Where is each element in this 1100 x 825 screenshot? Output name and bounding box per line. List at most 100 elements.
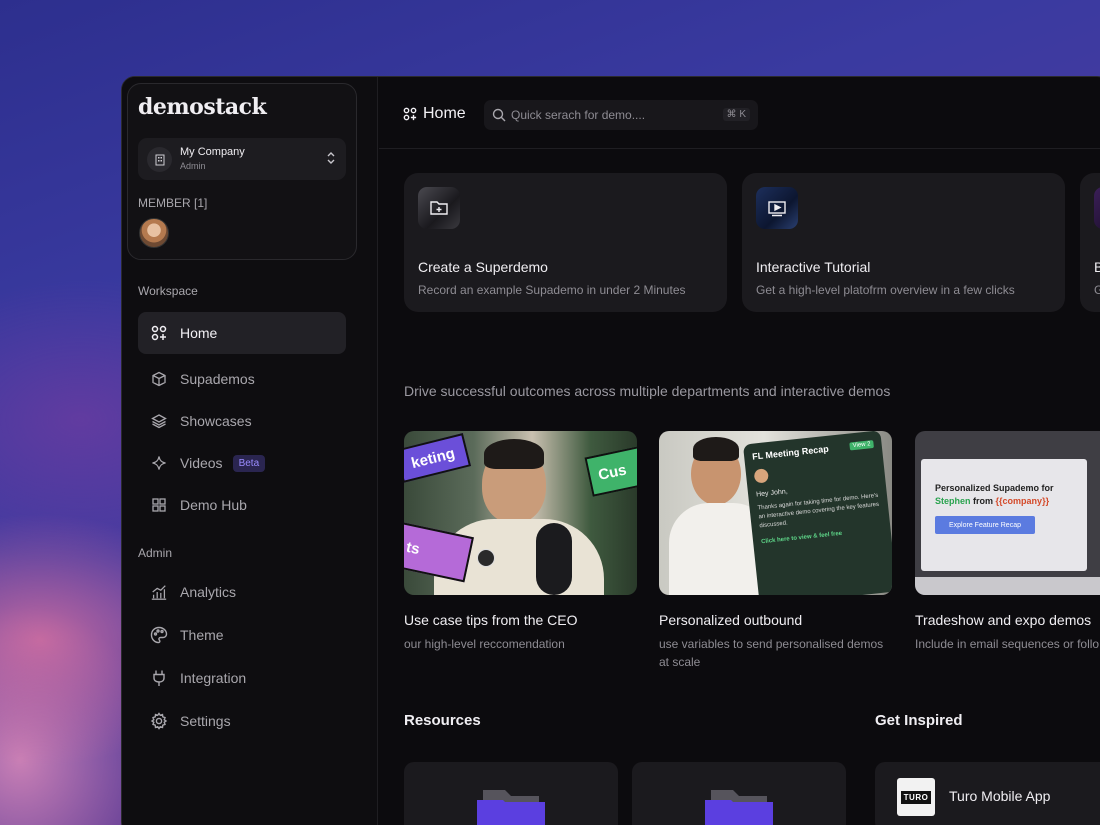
mock-var: {{company}} xyxy=(995,496,1050,506)
quick-card-title: Interactive Tutorial xyxy=(756,259,871,275)
folder-icon xyxy=(705,790,773,825)
section-headline: Drive successful outcomes across multipl… xyxy=(404,383,891,399)
mock-line1: Personalized Supademo for xyxy=(935,483,1054,493)
person-hair xyxy=(484,439,544,469)
demo-card-title: Personalized outbound xyxy=(659,612,803,628)
demo-card-subtitle: Include in email sequences or follo xyxy=(915,637,1100,651)
palette-icon xyxy=(150,626,168,644)
sidebar-item-label: Home xyxy=(180,325,218,341)
building-icon xyxy=(147,147,172,172)
sidebar-item-integration[interactable]: Integration xyxy=(138,657,346,699)
sidebar-item-showcases[interactable]: Showcases xyxy=(138,400,346,442)
sidebar-item-home[interactable]: Home xyxy=(138,312,346,354)
sidebar-item-label: Showcases xyxy=(180,413,252,429)
sidebar-item-supademos[interactable]: Supademos xyxy=(138,358,346,400)
page-title: Home xyxy=(403,105,466,123)
workspace-section-label: Workspace xyxy=(138,284,198,298)
mock-button: Explore Feature Recap xyxy=(935,516,1035,534)
sidebar-item-demo-hub[interactable]: Demo Hub xyxy=(138,484,346,526)
quick-card-subtitle: Record an example Supademo in under 2 Mi… xyxy=(418,283,686,297)
quick-card-create-superdemo[interactable]: Create a Superdemo Record an example Sup… xyxy=(404,173,727,312)
demo-card-tradeshow[interactable]: Personalized Supademo for Stephen from {… xyxy=(915,431,1100,653)
quick-card-title: B xyxy=(1094,259,1100,275)
quick-card-partial[interactable]: B G xyxy=(1080,173,1100,312)
sidebar-item-theme[interactable]: Theme xyxy=(138,614,346,656)
home-grid-icon xyxy=(403,107,417,121)
video-thumbnail[interactable]: FL Meeting Recap View 2 Hey John, Thanks… xyxy=(659,431,892,595)
sparkle-icon xyxy=(150,454,168,472)
topbar: Home ⌘ K xyxy=(379,77,1100,149)
resources-title: Resources xyxy=(404,712,481,729)
tradeshow-bottom-bar xyxy=(915,577,1100,595)
chart-icon xyxy=(150,583,168,601)
folder-icon xyxy=(477,790,545,825)
email-mockup: FL Meeting Recap View 2 Hey John, Thanks… xyxy=(742,431,892,595)
sidebar-item-label: Demo Hub xyxy=(180,497,247,513)
avatar[interactable] xyxy=(139,218,169,248)
demo-card-title: Use case tips from the CEO xyxy=(404,612,578,628)
sidebar-item-label: Integration xyxy=(180,670,247,686)
cube-icon xyxy=(150,370,168,388)
resource-card[interactable] xyxy=(404,762,618,825)
app-window: demostack My Company Admin MEMBER [1] Wo… xyxy=(121,76,1100,825)
demo-card-ceo-tips[interactable]: keting Cus ts Use case tips from the CEO… xyxy=(404,431,637,653)
search-input[interactable] xyxy=(511,108,711,122)
quick-card-subtitle: G xyxy=(1094,283,1100,297)
microphone xyxy=(536,523,572,595)
beta-badge: Beta xyxy=(232,454,266,472)
member-count-label: MEMBER [1] xyxy=(138,196,208,210)
search-bar[interactable]: ⌘ K xyxy=(484,100,758,130)
tradeshow-screen: Personalized Supademo for Stephen from {… xyxy=(921,459,1087,571)
sidebar-item-analytics[interactable]: Analytics xyxy=(138,571,346,613)
demo-card-personalized-outbound[interactable]: FL Meeting Recap View 2 Hey John, Thanks… xyxy=(659,431,892,671)
mock-name: Stephen xyxy=(935,496,971,506)
mock-heading: FL Meeting Recap xyxy=(751,443,830,462)
main-content: Home ⌘ K Create a Superdemo Record an ex… xyxy=(379,77,1100,825)
sidebar-item-label: Videos xyxy=(180,455,223,471)
mock-avatar xyxy=(753,468,769,484)
page-title-text: Home xyxy=(423,105,466,122)
app-logo[interactable]: demostack xyxy=(138,94,267,120)
quick-card-interactive-tutorial[interactable]: Interactive Tutorial Get a high-level pl… xyxy=(742,173,1065,312)
mock-body: Thanks again for taking time for demo. H… xyxy=(757,492,880,530)
gear-icon xyxy=(150,712,168,730)
sidebar-item-label: Theme xyxy=(180,627,224,643)
company-role: Admin xyxy=(180,161,206,171)
company-switcher[interactable]: My Company Admin xyxy=(138,138,346,180)
folder-plus-icon xyxy=(418,187,460,229)
demo-card-title: Tradeshow and expo demos xyxy=(915,612,1092,628)
quick-card-title: Create a Superdemo xyxy=(418,259,548,275)
brand-card: demostack My Company Admin MEMBER [1] xyxy=(127,83,357,260)
turo-logo: TURO xyxy=(897,778,935,816)
company-name: My Company xyxy=(180,146,245,158)
video-thumbnail[interactable]: Personalized Supademo for Stephen from {… xyxy=(915,431,1100,595)
mock-link: Click here to view & feel free xyxy=(760,530,843,546)
inspiration-card-turo[interactable]: TURO Turo Mobile App xyxy=(875,762,1100,825)
layers-icon xyxy=(150,412,168,430)
sidebar-item-label: Supademos xyxy=(180,371,255,387)
inspiration-title: Turo Mobile App xyxy=(949,788,1051,804)
tag-cus: Cus xyxy=(584,445,637,497)
logo-badge-icon xyxy=(477,549,495,567)
search-shortcut: ⌘ K xyxy=(722,108,750,121)
sidebar: demostack My Company Admin MEMBER [1] Wo… xyxy=(122,77,378,825)
quick-card-subtitle: Get a high-level platofrm overview in a … xyxy=(756,283,1015,297)
admin-section-label: Admin xyxy=(138,546,173,560)
sidebar-item-label: Analytics xyxy=(180,584,237,600)
person-hair xyxy=(693,437,739,461)
home-grid-icon xyxy=(150,324,168,342)
plug-icon xyxy=(150,669,168,687)
sidebar-item-settings[interactable]: Settings xyxy=(138,700,346,742)
resource-card[interactable] xyxy=(632,762,846,825)
demo-card-subtitle: our high-level reccomendation xyxy=(404,637,565,651)
mock-tag: View 2 xyxy=(849,440,874,451)
chevron-updown-icon xyxy=(326,150,336,171)
mock-from: from xyxy=(973,496,994,506)
sidebar-item-label: Settings xyxy=(180,713,231,729)
get-inspired-title: Get Inspired xyxy=(875,712,963,729)
video-thumbnail[interactable]: keting Cus ts xyxy=(404,431,637,595)
grid-icon xyxy=(150,496,168,514)
card-icon xyxy=(1094,187,1100,229)
sidebar-item-videos[interactable]: Videos Beta xyxy=(138,442,346,484)
video-play-icon xyxy=(756,187,798,229)
